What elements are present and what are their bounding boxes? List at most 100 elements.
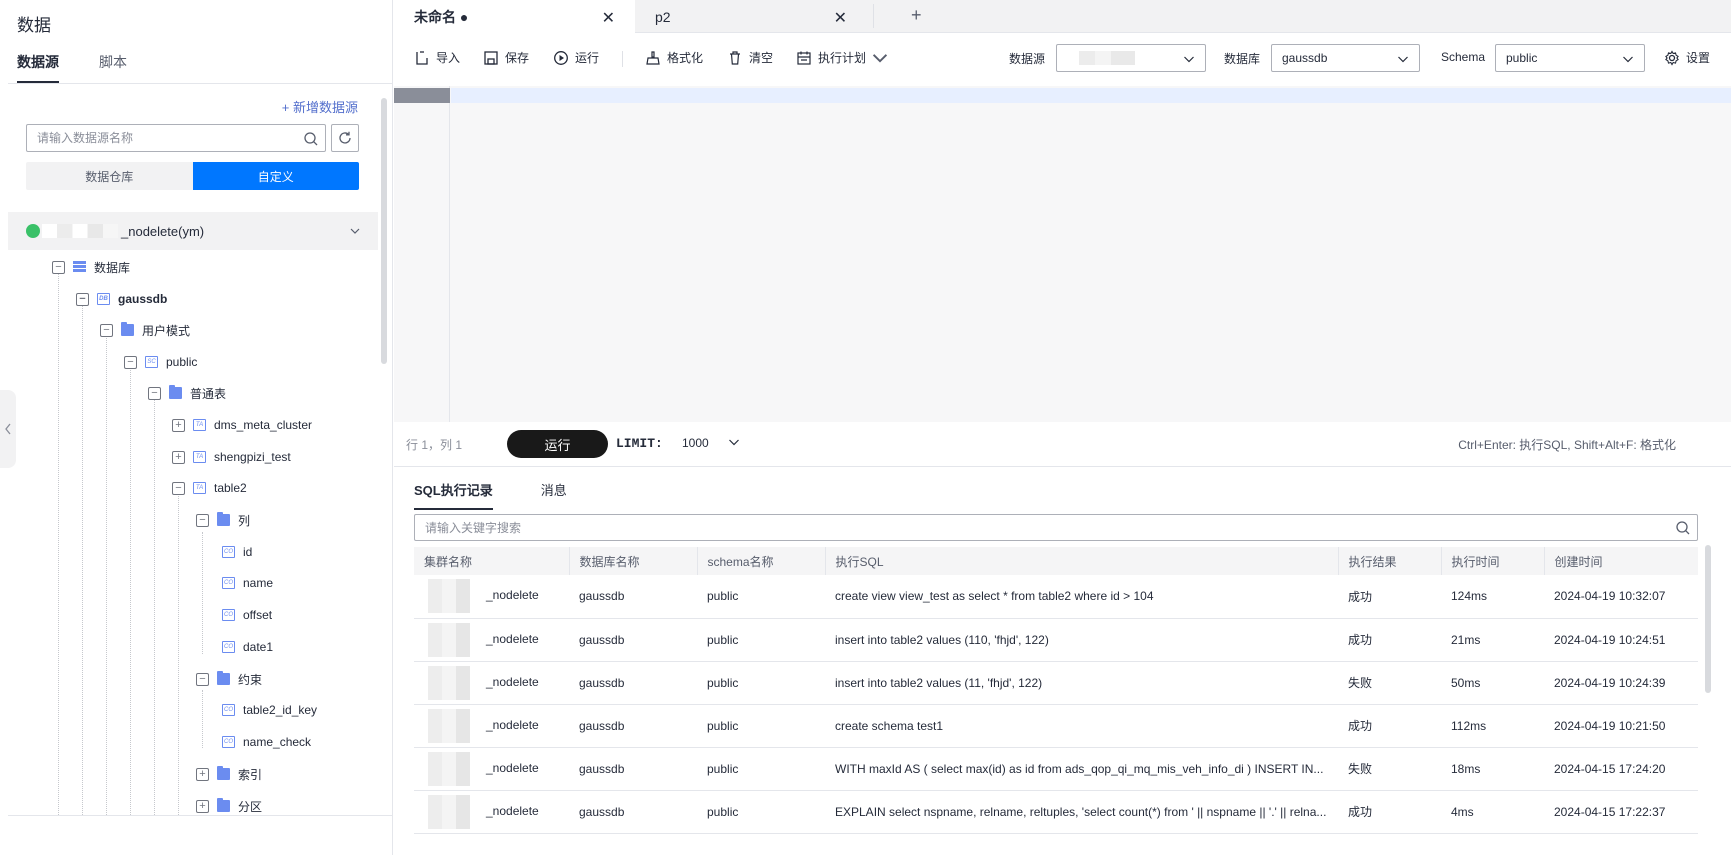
- cell-schema: public: [697, 618, 825, 662]
- column-icon: CO: [222, 546, 235, 558]
- divider: [622, 51, 623, 67]
- editor-tab-untitled[interactable]: 未命名 ● ✕: [394, 0, 635, 33]
- cluster-name: _nodelete: [486, 717, 539, 732]
- tree-scrollbar[interactable]: [381, 98, 387, 364]
- folder-icon: [169, 385, 182, 399]
- schema-select[interactable]: public: [1495, 44, 1645, 72]
- cell-schema: public: [697, 790, 825, 834]
- sql-history-table: 集群名称 数据库名称 schema名称 执行SQL 执行结果 执行时间 创建时间…: [414, 547, 1698, 834]
- save-button[interactable]: 保存: [483, 49, 529, 66]
- collapse-icon[interactable]: −: [196, 672, 209, 686]
- tree-node-partition[interactable]: + 分区: [196, 796, 262, 816]
- database-icon: [73, 261, 86, 273]
- add-datasource-link[interactable]: + 新增数据源: [282, 97, 358, 116]
- collapse-icon[interactable]: −: [124, 355, 137, 369]
- column-header[interactable]: 执行时间: [1440, 547, 1544, 575]
- tree-node-gaussdb[interactable]: − DB gaussdb: [76, 289, 167, 309]
- new-tab-plus-icon[interactable]: +: [911, 5, 922, 26]
- search-icon[interactable]: [303, 131, 319, 147]
- history-search-input[interactable]: [415, 515, 1655, 540]
- tree-node-table[interactable]: + TA shengpizi_test: [172, 447, 291, 467]
- limit-value[interactable]: 1000: [682, 436, 709, 450]
- collapse-icon[interactable]: −: [196, 513, 209, 527]
- datasource-search-input[interactable]: [27, 125, 287, 151]
- tree-node-public[interactable]: − SC public: [124, 352, 197, 372]
- collapse-icon[interactable]: −: [52, 260, 65, 274]
- column-header[interactable]: 数据库名称: [568, 547, 697, 575]
- tree-guide: [202, 532, 203, 654]
- cell-sql[interactable]: insert into table2 values (11, 'fhjd', 1…: [825, 661, 1338, 705]
- table-row[interactable]: _nodelete gaussdb public create schema t…: [414, 704, 1698, 748]
- search-icon[interactable]: [1675, 520, 1691, 536]
- close-icon[interactable]: ✕: [834, 8, 847, 28]
- tree-node-index[interactable]: + 索引: [196, 764, 262, 784]
- close-icon[interactable]: ✕: [602, 8, 615, 28]
- run-toolbar-button[interactable]: 运行: [553, 49, 599, 66]
- table-row[interactable]: _nodelete gaussdb public WITH maxId AS (…: [414, 747, 1698, 791]
- collapse-icon[interactable]: −: [172, 481, 185, 495]
- column-header[interactable]: 创建时间: [1543, 547, 1698, 575]
- datasource-item[interactable]: _nodelete(ym): [8, 212, 378, 250]
- collapse-icon[interactable]: −: [76, 292, 89, 306]
- cell-database: gaussdb: [569, 747, 697, 791]
- collapse-icon[interactable]: −: [148, 386, 161, 400]
- tree-node-table[interactable]: + TA dms_meta_cluster: [172, 415, 312, 435]
- collapse-icon[interactable]: −: [100, 323, 113, 337]
- history-search: [414, 514, 1698, 541]
- datasource-select[interactable]: [1056, 44, 1206, 72]
- expand-icon[interactable]: +: [196, 767, 209, 781]
- tab-script[interactable]: 脚本: [99, 52, 127, 83]
- tree-node-constraints[interactable]: − 约束: [196, 669, 262, 689]
- tree-node-database[interactable]: − 数据库: [52, 257, 130, 277]
- expand-icon[interactable]: +: [196, 799, 209, 813]
- tree-node-columns[interactable]: − 列: [196, 510, 250, 530]
- column-header[interactable]: 集群名称: [414, 547, 569, 575]
- tree-node-normal-table[interactable]: − 普通表: [148, 383, 226, 403]
- table-row[interactable]: _nodelete gaussdb public insert into tab…: [414, 661, 1698, 705]
- tree-node-constraint[interactable]: CO name_check: [222, 732, 311, 752]
- tree-node-column[interactable]: CO name: [222, 573, 273, 593]
- cell-duration: 4ms: [1441, 790, 1544, 834]
- table-row[interactable]: _nodelete gaussdb public insert into tab…: [414, 618, 1698, 662]
- tree-node-user-schema[interactable]: − 用户模式: [100, 320, 190, 340]
- table-row[interactable]: _nodelete gaussdb public EXPLAIN select …: [414, 790, 1698, 834]
- chevron-down-icon[interactable]: [728, 436, 740, 448]
- column-header[interactable]: 执行SQL: [824, 547, 1338, 575]
- column-header[interactable]: 执行结果: [1337, 547, 1441, 575]
- segment-warehouse[interactable]: 数据仓库: [26, 162, 193, 190]
- tree-node-column[interactable]: CO id: [222, 542, 252, 562]
- tree-node-table[interactable]: − TA table2: [172, 478, 247, 498]
- table-scrollbar[interactable]: [1705, 545, 1711, 693]
- tree-node-constraint[interactable]: CO table2_id_key: [222, 700, 317, 720]
- segment-custom[interactable]: 自定义: [192, 162, 359, 190]
- tab-sql-history[interactable]: SQL执行记录: [414, 480, 493, 510]
- execution-plan-button[interactable]: 执行计划: [796, 49, 888, 66]
- tree-node-column[interactable]: CO date1: [222, 637, 273, 657]
- cell-sql[interactable]: create schema test1: [825, 704, 1338, 748]
- tab-datasource[interactable]: 数据源: [17, 52, 59, 83]
- tab-messages[interactable]: 消息: [541, 480, 567, 510]
- tree-node-column[interactable]: CO offset: [222, 605, 272, 625]
- column-header[interactable]: schema名称: [696, 547, 825, 575]
- database-select[interactable]: gaussdb: [1271, 44, 1420, 72]
- panel-collapse-handle[interactable]: [0, 390, 16, 468]
- format-button[interactable]: 格式化: [645, 49, 703, 66]
- tree-guide: [82, 294, 83, 815]
- cell-sql[interactable]: create view view_test as select * from t…: [825, 575, 1338, 619]
- clear-button[interactable]: 清空: [727, 49, 773, 66]
- sql-editor[interactable]: [394, 86, 1731, 422]
- cell-sql[interactable]: WITH maxId AS ( select max(id) as id fro…: [825, 747, 1338, 791]
- editor-tab-p2[interactable]: p2 ✕: [635, 0, 867, 33]
- cell-sql[interactable]: EXPLAIN select nspname, relname, reltupl…: [825, 790, 1338, 834]
- expand-icon[interactable]: +: [172, 450, 185, 464]
- settings-button[interactable]: 设置: [1664, 49, 1710, 66]
- cell-sql[interactable]: insert into table2 values (110, 'fhjd', …: [825, 618, 1338, 662]
- active-line-highlight[interactable]: [451, 88, 1731, 103]
- import-button[interactable]: 导入: [414, 49, 460, 66]
- expand-icon[interactable]: +: [172, 418, 185, 432]
- refresh-button[interactable]: [331, 124, 359, 152]
- table-row[interactable]: _nodelete gaussdb public create view vie…: [414, 575, 1698, 619]
- run-button[interactable]: 运行: [507, 430, 608, 458]
- cell-cluster: _nodelete: [414, 790, 569, 834]
- chevron-down-icon[interactable]: [350, 226, 360, 236]
